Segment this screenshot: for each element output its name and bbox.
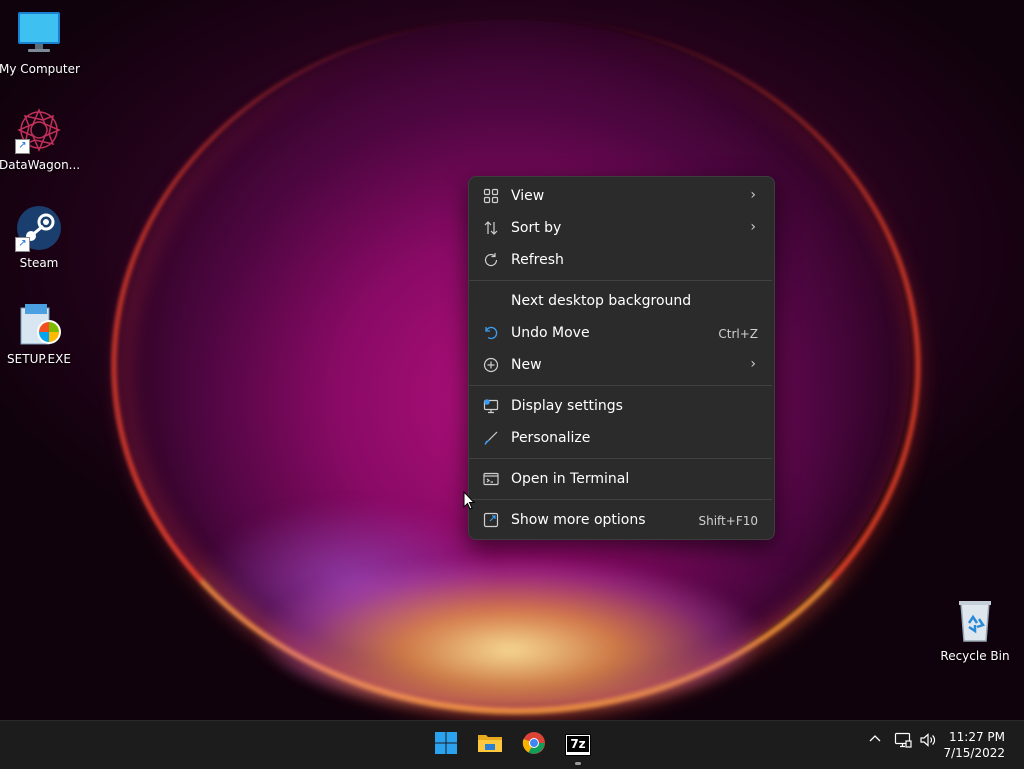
menu-separator — [469, 458, 772, 459]
desktop-icon-my-computer[interactable]: My Computer — [0, 10, 80, 76]
menu-item-personalize[interactable]: Personalize — [473, 423, 770, 453]
refresh-icon — [483, 252, 499, 268]
desktop-icon-label: SETUP.EXE — [7, 352, 71, 366]
display-settings-icon — [483, 398, 499, 414]
menu-item-label: Refresh — [511, 252, 564, 268]
keyboard-shortcut: Ctrl+Z — [718, 327, 758, 341]
menu-item-view[interactable]: View › — [473, 181, 770, 211]
start-button[interactable] — [430, 729, 462, 761]
taskbar-clock[interactable]: 11:27 PM 7/15/2022 — [943, 729, 1005, 761]
menu-item-next-desktop-background[interactable]: Next desktop background — [473, 286, 770, 316]
brush-icon — [483, 430, 499, 446]
datawagon-icon: ↗ — [15, 106, 63, 154]
desktop-icon-label: My Computer — [0, 62, 80, 76]
menu-separator — [469, 385, 772, 386]
chrome-icon — [522, 731, 546, 759]
menu-item-new[interactable]: New › — [473, 350, 770, 380]
desktop-icon-setup-exe[interactable]: SETUP.EXE — [0, 300, 79, 366]
running-indicator — [575, 762, 581, 765]
menu-item-display-settings[interactable]: Display settings — [473, 391, 770, 421]
menu-item-undo-move[interactable]: Undo Move Ctrl+Z — [473, 318, 770, 348]
menu-item-label: New — [511, 357, 542, 373]
network-icon — [894, 732, 912, 753]
chevron-up-icon — [867, 735, 883, 751]
menu-item-label: Display settings — [511, 398, 623, 414]
keyboard-shortcut: Shift+F10 — [698, 514, 758, 528]
chevron-right-icon: › — [750, 356, 756, 372]
desktop-icon-label: DataWagon... — [0, 158, 81, 172]
menu-item-label: Undo Move — [511, 325, 590, 341]
taskbar: 7z 11:27 PM 7/15/2022 — [0, 720, 1024, 769]
desktop-icon-steam[interactable]: ↗ Steam — [0, 204, 79, 270]
menu-separator — [469, 499, 772, 500]
menu-item-label: Open in Terminal — [511, 471, 630, 487]
desktop-icon-recycle-bin[interactable]: Recycle Bin — [935, 597, 1015, 663]
volume-icon — [919, 733, 937, 753]
chevron-right-icon: › — [750, 219, 756, 235]
menu-item-label: View — [511, 188, 545, 204]
chevron-right-icon: › — [750, 187, 756, 203]
tray-volume-button[interactable] — [919, 731, 937, 753]
7zip-icon: 7z — [565, 734, 591, 756]
shortcut-arrow-icon: ↗ — [15, 139, 30, 154]
file-explorer-icon — [477, 731, 503, 759]
menu-item-open-in-terminal[interactable]: Open in Terminal — [473, 464, 770, 494]
mouse-cursor-icon — [463, 490, 477, 511]
7zip-label: 7z — [567, 736, 589, 752]
taskbar-7zip[interactable]: 7z — [562, 729, 594, 765]
desktop-icon-datawagon[interactable]: ↗ DataWagon... — [0, 106, 81, 172]
shortcut-arrow-icon: ↗ — [15, 237, 30, 252]
recycle-bin-icon — [951, 597, 999, 645]
menu-item-label: Show more options — [511, 512, 646, 528]
desktop-icon-label: Steam — [19, 256, 59, 270]
taskbar-file-explorer[interactable] — [474, 729, 506, 761]
steam-icon: ↗ — [15, 204, 63, 252]
menu-separator — [469, 280, 772, 281]
menu-item-show-more-options[interactable]: Show more options Shift+F10 — [473, 505, 770, 535]
tray-overflow-button[interactable] — [867, 731, 883, 751]
menu-item-label: Sort by — [511, 220, 562, 236]
desktop-context-menu: View › Sort by › Refresh Next desktop ba… — [468, 176, 775, 540]
clock-date: 7/15/2022 — [943, 746, 1005, 760]
wallpaper-bottom-glow — [260, 560, 760, 710]
undo-icon — [483, 325, 499, 341]
monitor-icon — [15, 10, 63, 58]
desktop-icon-label: Recycle Bin — [940, 649, 1010, 663]
tray-network-button[interactable] — [894, 731, 912, 753]
sort-icon — [483, 220, 499, 236]
terminal-icon — [483, 471, 499, 487]
setup-installer-icon — [15, 300, 63, 348]
grid-icon — [483, 188, 499, 204]
menu-item-sort-by[interactable]: Sort by › — [473, 213, 770, 243]
start-icon — [434, 731, 458, 759]
plus-circle-icon — [483, 357, 499, 373]
more-options-icon — [483, 512, 499, 528]
taskbar-chrome[interactable] — [518, 729, 550, 761]
menu-item-label: Next desktop background — [511, 293, 692, 309]
menu-item-refresh[interactable]: Refresh — [473, 245, 770, 275]
menu-item-label: Personalize — [511, 430, 591, 446]
clock-time: 11:27 PM — [949, 730, 1005, 744]
